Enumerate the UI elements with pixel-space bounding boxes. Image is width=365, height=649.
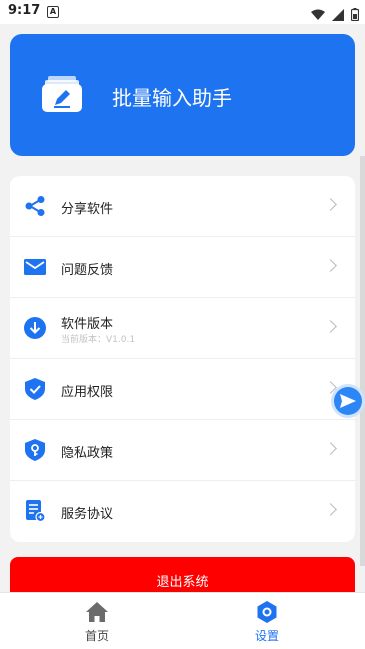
scrollbar[interactable]	[360, 156, 365, 566]
send-icon	[340, 394, 356, 408]
menu-item-feedback[interactable]: 问题反馈	[10, 237, 355, 298]
status-icons	[309, 4, 360, 22]
menu-item-privacy[interactable]: 隐私政策	[10, 420, 355, 481]
chevron-right-icon	[324, 503, 337, 516]
menu-item-label: 服务协议	[61, 507, 114, 522]
menu-item-label: 软件版本	[61, 317, 114, 332]
batch-edit-icon	[42, 76, 82, 112]
notification-icon: A	[47, 6, 59, 18]
menu-item-version[interactable]: 软件版本 当前版本：V1.0.1	[10, 298, 355, 359]
download-icon	[24, 317, 46, 339]
menu-item-terms[interactable]: 服务协议	[10, 481, 355, 542]
mail-icon	[24, 259, 46, 275]
menu-item-permissions[interactable]: 应用权限	[10, 359, 355, 420]
chevron-right-icon	[324, 198, 337, 211]
tab-home[interactable]: 首页	[6, 593, 188, 649]
bottom-tab-bar: 首页 设置	[0, 592, 365, 649]
chevron-right-icon	[324, 442, 337, 455]
tab-label: 设置	[254, 629, 279, 643]
menu-item-label: 应用权限	[61, 385, 114, 400]
chevron-right-icon	[324, 320, 337, 333]
settings-icon	[257, 601, 277, 623]
battery-icon	[350, 8, 360, 22]
status-bar: 9:17 A	[0, 0, 365, 24]
shield-key-icon	[25, 439, 45, 461]
shield-check-icon	[25, 378, 45, 400]
signal-icon	[331, 8, 344, 21]
header-banner: 批量输入助手	[10, 34, 355, 156]
menu-item-share[interactable]: 分享软件	[10, 176, 355, 237]
chevron-right-icon	[324, 259, 337, 272]
menu-item-label: 分享软件	[61, 202, 114, 217]
wifi-icon	[310, 9, 325, 20]
menu-item-label: 问题反馈	[61, 263, 114, 278]
floating-send-button[interactable]	[334, 387, 362, 415]
version-text: 当前版本：V1.0.1	[61, 335, 136, 345]
tab-settings[interactable]: 设置	[176, 593, 358, 649]
document-icon	[26, 500, 46, 522]
home-icon	[86, 602, 108, 622]
settings-menu: 分享软件 问题反馈 软件版本 当前版本：V1.0.1 应用权限 隐私政策 服务协…	[10, 176, 355, 542]
tab-label: 首页	[84, 629, 109, 643]
app-title: 批量输入助手	[112, 86, 232, 110]
menu-item-label: 隐私政策	[61, 446, 114, 461]
chevron-right-icon	[324, 381, 337, 394]
share-icon	[25, 196, 45, 216]
status-time: 9:17	[8, 3, 41, 18]
